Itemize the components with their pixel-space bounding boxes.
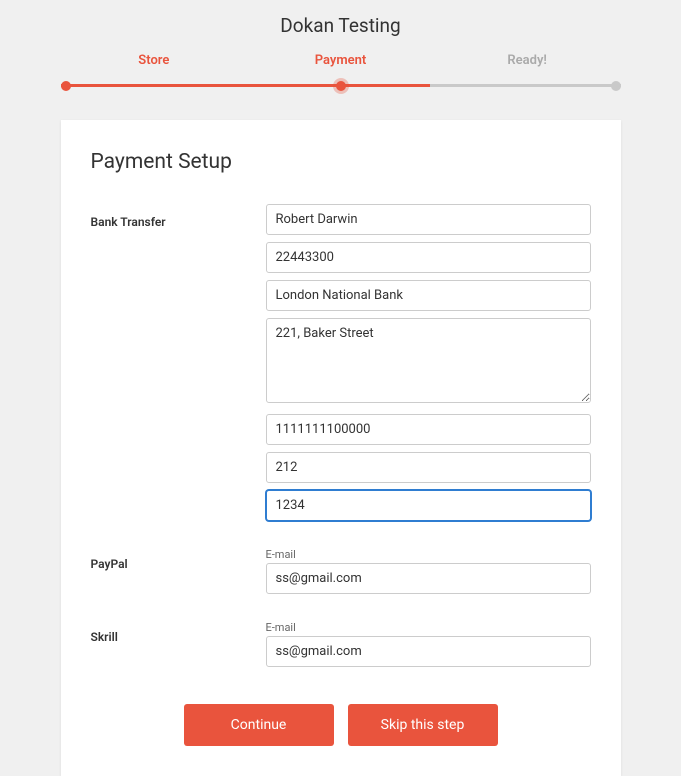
skrill-email-input[interactable]	[266, 636, 591, 667]
step-dot-icon	[61, 81, 71, 91]
bank-address-textarea[interactable]	[266, 318, 591, 403]
skrill-email-label: E-mail	[266, 621, 591, 634]
skrill-section: Skrill E-mail	[91, 619, 591, 674]
step-label: Store	[61, 53, 248, 80]
step-payment[interactable]: Payment	[247, 53, 434, 80]
continue-button[interactable]: Continue	[184, 704, 334, 746]
paypal-label: PayPal	[91, 557, 128, 571]
step-ready[interactable]: Ready!	[434, 53, 621, 80]
bank-transfer-section: Bank Transfer	[91, 204, 591, 528]
swift-input[interactable]	[266, 490, 591, 521]
account-name-input[interactable]	[266, 204, 591, 235]
payment-setup-card: Payment Setup Bank Transfer PayPal E-m	[61, 120, 621, 776]
step-store[interactable]: Store	[61, 53, 248, 80]
wizard-stepper: Store Payment Ready!	[61, 53, 621, 80]
paypal-section: PayPal E-mail	[91, 546, 591, 601]
page-header-title: Dokan Testing	[0, 0, 681, 53]
skip-step-button[interactable]: Skip this step	[348, 704, 498, 746]
skrill-label: Skrill	[91, 630, 118, 644]
iban-input[interactable]	[266, 452, 591, 483]
account-number-input[interactable]	[266, 242, 591, 273]
bank-name-input[interactable]	[266, 280, 591, 311]
step-label: Ready!	[434, 53, 621, 80]
page-title: Payment Setup	[91, 150, 591, 174]
stepper-track-active	[61, 84, 431, 87]
step-dot-icon	[611, 81, 621, 91]
paypal-email-input[interactable]	[266, 563, 591, 594]
paypal-email-label: E-mail	[266, 548, 591, 561]
step-dot-icon	[336, 81, 346, 91]
bank-transfer-label: Bank Transfer	[91, 215, 166, 229]
routing-number-input[interactable]	[266, 414, 591, 445]
button-row: Continue Skip this step	[91, 704, 591, 746]
step-label: Payment	[247, 53, 434, 80]
